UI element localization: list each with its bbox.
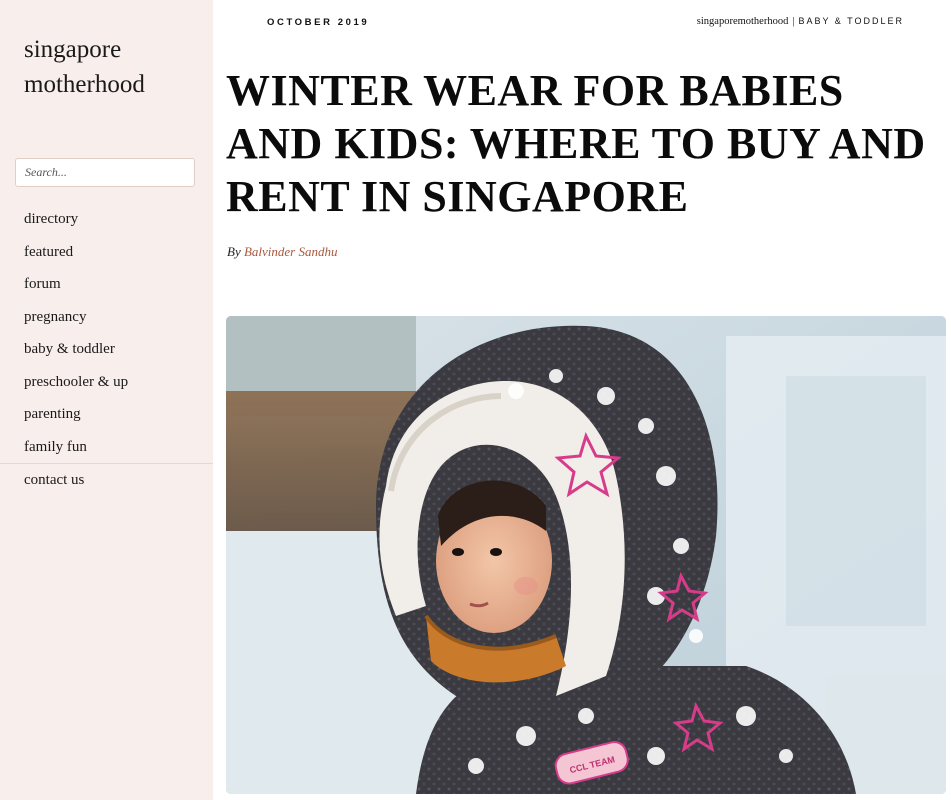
sidebar-item-forum[interactable]: forum (0, 268, 213, 301)
article-byline: By Balvinder Sandhu (227, 244, 337, 260)
hero-image: CCL TEAM (226, 316, 946, 794)
site-title[interactable]: singapore motherhood (24, 32, 204, 102)
breadcrumb-site-link[interactable]: singaporemotherhood (697, 16, 789, 27)
sidebar-nav: directory featured forum pregnancy baby … (0, 203, 213, 496)
search-input[interactable] (15, 158, 195, 187)
sidebar-item-directory[interactable]: directory (0, 203, 213, 236)
sidebar-item-preschooler[interactable]: preschooler & up (0, 366, 213, 399)
breadcrumb-category-link[interactable]: BABY & TODDLER (798, 16, 904, 26)
sidebar: singapore motherhood directory featured … (0, 0, 213, 800)
sidebar-item-parenting[interactable]: parenting (0, 398, 213, 431)
article-title: WINTER WEAR FOR BABIES AND KIDS: WHERE T… (226, 66, 926, 221)
sidebar-item-baby-toddler[interactable]: baby & toddler (0, 333, 213, 366)
breadcrumb-separator: | (792, 16, 795, 27)
sidebar-item-featured[interactable]: featured (0, 236, 213, 269)
article-date: OCTOBER 2019 (267, 17, 370, 28)
byline-prefix: By (227, 244, 241, 259)
sidebar-item-family-fun[interactable]: family fun (0, 431, 213, 464)
author-link[interactable]: Balvinder Sandhu (244, 244, 338, 259)
sidebar-item-contact-us[interactable]: contact us (0, 463, 213, 496)
article-breadcrumb: singaporemotherhood | BABY & TODDLER (697, 16, 904, 27)
hero-illustration: CCL TEAM (226, 316, 946, 794)
sidebar-item-pregnancy[interactable]: pregnancy (0, 301, 213, 334)
